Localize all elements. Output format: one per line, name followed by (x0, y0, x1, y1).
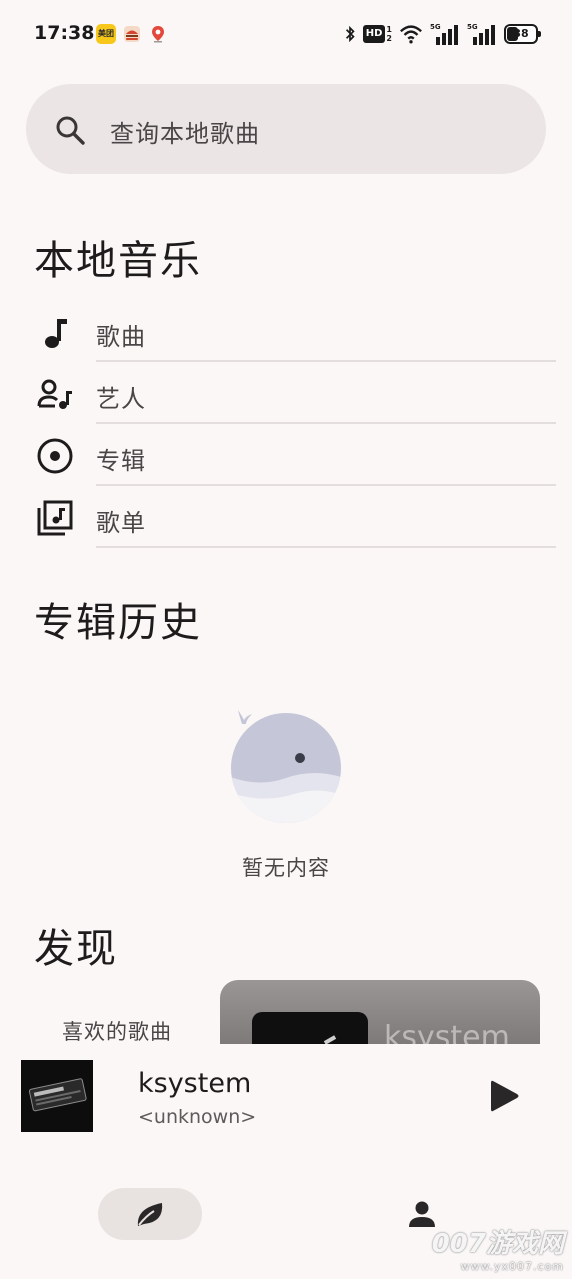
list-item-label: 歌单 (96, 509, 146, 537)
music-note-icon (45, 319, 67, 348)
now-playing-cover (21, 1060, 93, 1132)
album-icon (37, 438, 73, 474)
hd-indicator: HD 12 (362, 25, 392, 43)
playlist-icon (37, 500, 73, 536)
wifi-icon (400, 25, 422, 44)
play-icon[interactable] (486, 1078, 522, 1114)
list-item-playlists[interactable]: 歌单 (0, 486, 572, 548)
list-item-artists[interactable]: 艺人 (0, 362, 572, 424)
signal-strength-icon-1: 5G (430, 23, 460, 45)
divider (96, 546, 556, 548)
now-playing-bar[interactable]: ksystem <unknown> (0, 1044, 572, 1154)
discover-card[interactable]: ksystem (220, 980, 540, 1044)
local-music-title: 本地音乐 (34, 238, 202, 284)
meituan-icon: 美团 (96, 24, 116, 44)
empty-state-text: 暂无内容 (242, 856, 330, 880)
card-title: ksystem (384, 1020, 510, 1044)
map-pin-icon (152, 26, 164, 43)
watermark: 007游戏网 www.yx007.com (431, 1229, 564, 1273)
now-playing-artist: <unknown> (138, 1106, 257, 1128)
list-item-label: 专辑 (96, 447, 146, 475)
status-time: 17:38 (34, 22, 95, 44)
leaf-icon[interactable] (134, 1200, 166, 1228)
search-icon (56, 116, 85, 145)
battery-icon: 38 (504, 24, 541, 44)
artist-icon (37, 379, 72, 409)
now-playing-title: ksystem (138, 1068, 252, 1099)
empty-whale-icon (231, 710, 341, 823)
list-item-label: 艺人 (96, 385, 146, 413)
list-item-label: 歌曲 (96, 323, 146, 351)
search-bar[interactable]: 查询本地歌曲 (26, 84, 546, 174)
signal-strength-icon-2: 5G (467, 23, 497, 45)
favorite-songs-label[interactable]: 喜欢的歌曲 (62, 1016, 172, 1046)
discover-title: 发现 (34, 926, 118, 972)
list-item-albums[interactable]: 专辑 (0, 424, 572, 486)
album-history-title: 专辑历史 (34, 600, 202, 646)
search-placeholder: 查询本地歌曲 (110, 120, 260, 148)
list-item-songs[interactable]: 歌曲 (0, 300, 572, 362)
burger-icon (124, 26, 140, 42)
bluetooth-icon (345, 25, 355, 43)
bottom-nav: 007游戏网 www.yx007.com (0, 1164, 572, 1279)
status-bar: 17:38 美团 HD 12 5G 5G 38 (0, 0, 572, 68)
battery-level: 38 (513, 27, 529, 40)
card-cover-image (252, 1012, 368, 1044)
